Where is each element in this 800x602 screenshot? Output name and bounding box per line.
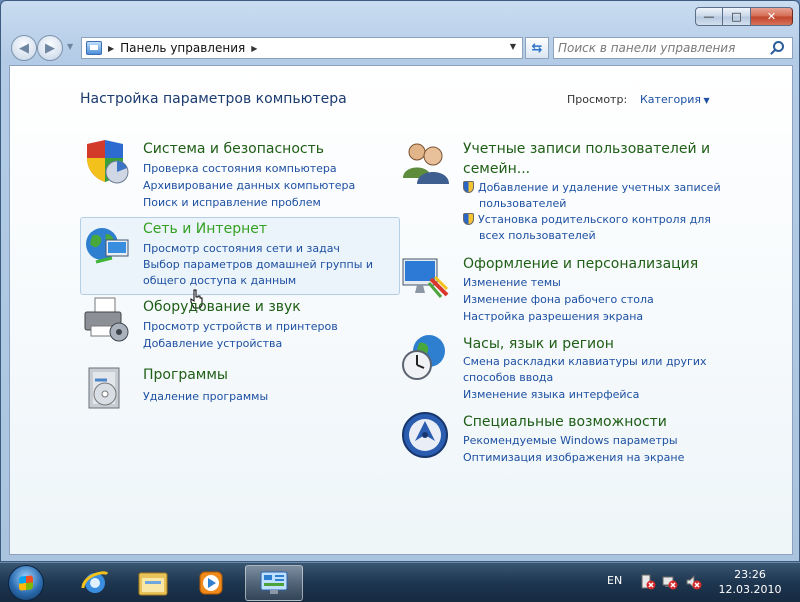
taskbar-control-panel[interactable]: [245, 565, 303, 601]
breadcrumb-arrow-icon[interactable]: ▶: [108, 44, 114, 53]
appearance-icon[interactable]: [401, 253, 449, 301]
network-globe-icon[interactable]: [82, 222, 130, 270]
taskbar: EN 23:26 12.03.2010: [0, 562, 800, 602]
link-backup[interactable]: Архивирование данных компьютера: [143, 177, 355, 194]
uac-shield-icon: [463, 181, 474, 193]
control-panel-window: — □ ✕ ◀ ▶ ▼ ▶ Панель управления ▶ ▼ ⇆ На…: [0, 0, 800, 562]
view-label: Просмотр:: [567, 93, 628, 106]
category-title[interactable]: Сеть и Интернет: [143, 221, 267, 237]
refresh-icon: ⇆: [531, 40, 543, 56]
category-title[interactable]: Программы: [143, 367, 228, 383]
recent-pages-dropdown[interactable]: ▼: [67, 42, 73, 51]
link-display-language[interactable]: Изменение языка интерфейса: [463, 386, 707, 403]
category-title[interactable]: Учетные записи пользователей и: [463, 141, 710, 157]
view-mode-dropdown[interactable]: Категория: [640, 93, 710, 106]
programs-icon[interactable]: [81, 364, 129, 412]
clock-date: 12.03.2010: [718, 583, 782, 596]
link-add-remove-accounts[interactable]: Добавление и удаление учетных записей: [463, 180, 721, 196]
control-panel-icon: [86, 41, 102, 55]
network-tray-icon[interactable]: [662, 574, 678, 590]
category-title[interactable]: Система и безопасность: [143, 141, 324, 157]
back-button[interactable]: ◀: [11, 35, 37, 61]
link-parental-controls[interactable]: Установка родительского контроля для: [463, 212, 721, 228]
navigation-bar: ◀ ▶ ▼ ▶ Панель управления ▶ ▼ ⇆: [9, 35, 793, 61]
arrow-right-icon: ▶: [45, 40, 55, 56]
forward-button[interactable]: ▶: [37, 35, 63, 61]
category-title[interactable]: Оборудование и звук: [143, 299, 301, 315]
link-devices-printers[interactable]: Просмотр устройств и принтеров: [143, 318, 338, 335]
category-appearance: Оформление и персонализация Изменение те…: [401, 253, 781, 323]
volume-muted-icon[interactable]: [686, 574, 702, 590]
link-network-status[interactable]: Просмотр состояния сети и задач: [143, 240, 373, 257]
category-user-accounts: Учетные записи пользователей и семейн...…: [401, 138, 781, 248]
arrow-left-icon: ◀: [19, 40, 29, 56]
link-recommended-settings[interactable]: Рекомендуемые Windows параметры: [463, 432, 684, 449]
caption-buttons: — □ ✕: [695, 7, 793, 26]
category-title[interactable]: Специальные возможности: [463, 414, 667, 430]
close-button[interactable]: ✕: [750, 7, 793, 26]
language-indicator[interactable]: EN: [607, 574, 622, 587]
link-uninstall[interactable]: Удаление программы: [143, 388, 268, 405]
taskbar-media-player[interactable]: [182, 565, 240, 601]
clock-globe-icon[interactable]: [401, 333, 449, 381]
folder-icon: [138, 572, 168, 596]
breadcrumb-arrow-icon[interactable]: ▶: [251, 44, 257, 53]
media-player-icon: [199, 571, 223, 595]
category-title[interactable]: Оформление и персонализация: [463, 256, 698, 272]
search-icon[interactable]: [773, 41, 784, 52]
action-center-icon[interactable]: [640, 574, 656, 590]
link-check-status[interactable]: Проверка состояния компьютера: [143, 160, 355, 177]
address-bar[interactable]: ▶ Панель управления ▶ ▼: [81, 37, 523, 59]
search-box: [553, 37, 793, 59]
link-optimize-display[interactable]: Оптимизация изображения на экране: [463, 449, 684, 466]
link-add-remove-accounts-cont[interactable]: пользователей: [463, 196, 721, 212]
link-add-device[interactable]: Добавление устройства: [143, 335, 338, 352]
minimize-button[interactable]: —: [695, 7, 722, 26]
search-input[interactable]: [554, 38, 764, 58]
category-title-line2[interactable]: семейн...: [463, 161, 530, 177]
category-accessibility: Специальные возможности Рекомендуемые Wi…: [401, 411, 781, 471]
start-button[interactable]: [4, 563, 48, 602]
users-icon[interactable]: [401, 138, 449, 186]
taskbar-internet-explorer[interactable]: [66, 565, 124, 601]
category-programs: Программы Удаление программы: [81, 364, 401, 414]
windows-logo-icon: [8, 565, 44, 601]
ease-of-access-icon[interactable]: [401, 411, 449, 459]
category-hardware-sound: Оборудование и звук Просмотр устройств и…: [81, 296, 401, 350]
link-keyboard-layout[interactable]: Смена раскладки клавиатуры или других: [463, 354, 707, 370]
link-change-wallpaper[interactable]: Изменение фона рабочего стола: [463, 291, 654, 308]
printer-icon[interactable]: [81, 296, 129, 344]
link-homegroup[interactable]: Выбор параметров домашней группы и: [143, 257, 373, 273]
page-title: Настройка параметров компьютера: [80, 91, 347, 107]
breadcrumb-control-panel[interactable]: Панель управления: [120, 41, 245, 55]
link-homegroup-cont[interactable]: общего доступа к данным: [143, 273, 373, 289]
address-dropdown-icon[interactable]: ▼: [510, 42, 516, 51]
taskbar-explorer[interactable]: [124, 565, 182, 601]
system-clock[interactable]: 23:26 12.03.2010: [712, 567, 788, 597]
category-network-internet[interactable]: Сеть и Интернет Просмотр состояния сети …: [80, 217, 400, 295]
category-title[interactable]: Часы, язык и регион: [463, 336, 614, 352]
clock-time: 23:26: [734, 568, 766, 581]
internet-explorer-icon: [81, 571, 109, 593]
link-change-theme[interactable]: Изменение темы: [463, 274, 654, 291]
maximize-button[interactable]: □: [722, 7, 750, 26]
link-troubleshoot[interactable]: Поиск и исправление проблем: [143, 194, 355, 211]
control-panel-icon: [260, 571, 288, 594]
content-area: Настройка параметров компьютера Просмотр…: [9, 65, 793, 555]
refresh-button[interactable]: ⇆: [525, 37, 549, 59]
category-system-security: Система и безопасность Проверка состояни…: [81, 138, 401, 209]
link-parental-controls-cont[interactable]: всех пользователей: [463, 228, 721, 244]
uac-shield-icon: [463, 213, 474, 225]
category-clock-language: Часы, язык и регион Смена раскладки клав…: [401, 333, 781, 403]
shield-icon[interactable]: [81, 138, 129, 186]
link-screen-resolution[interactable]: Настройка разрешения экрана: [463, 308, 654, 325]
link-keyboard-layout-cont[interactable]: способов ввода: [463, 370, 707, 386]
